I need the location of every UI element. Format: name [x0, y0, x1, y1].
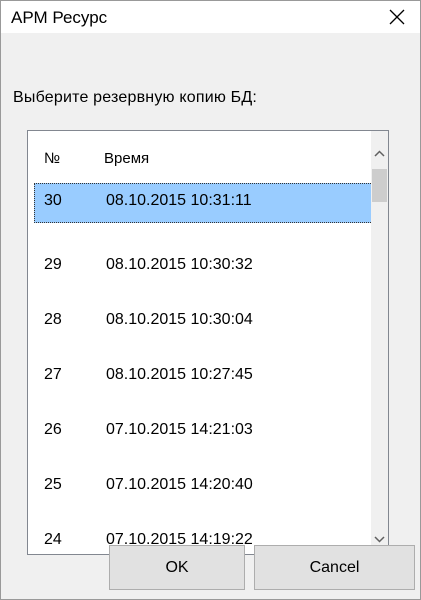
title-bar: АРМ Ресурс: [1, 1, 420, 33]
row-time: 08.10.2015 10:31:11: [106, 192, 252, 209]
row-time: 08.10.2015 10:30:04: [106, 311, 253, 328]
close-button[interactable]: [374, 1, 420, 33]
row-number: 28: [44, 311, 62, 328]
cancel-button[interactable]: Cancel: [254, 545, 415, 590]
backup-listbox[interactable]: № Время 30 08.10.2015 10:31:11 29 08.10.…: [27, 130, 389, 555]
row-number: 30: [44, 192, 62, 209]
list-item[interactable]: 27 08.10.2015 10:27:45: [28, 346, 378, 401]
list-item[interactable]: 30 08.10.2015 10:31:11: [28, 181, 378, 236]
list-header: № Время: [28, 131, 368, 181]
chevron-down-icon: [374, 536, 385, 543]
row-time: 08.10.2015 10:30:32: [106, 256, 253, 273]
row-number: 26: [44, 421, 62, 438]
column-header-number: №: [44, 150, 61, 167]
row-number: 24: [44, 531, 62, 548]
row-number: 29: [44, 256, 62, 273]
row-number: 25: [44, 476, 62, 493]
list-item[interactable]: 29 08.10.2015 10:30:32: [28, 236, 378, 291]
list-item[interactable]: 26 07.10.2015 14:21:03: [28, 401, 378, 456]
row-time: 07.10.2015 14:21:03: [106, 421, 253, 438]
vertical-scrollbar[interactable]: [371, 131, 388, 554]
list-item[interactable]: 25 07.10.2015 14:20:40: [28, 456, 378, 511]
scroll-thumb[interactable]: [372, 169, 387, 202]
list-item[interactable]: 28 08.10.2015 10:30:04: [28, 291, 378, 346]
ok-button[interactable]: OK: [109, 545, 245, 590]
dialog-window: АРМ Ресурс Выберите резервную копию БД: …: [0, 0, 421, 600]
list-rows: 30 08.10.2015 10:31:11 29 08.10.2015 10:…: [28, 181, 378, 554]
prompt-label: Выберите резервную копию БД:: [13, 89, 258, 106]
row-time: 07.10.2015 14:20:40: [106, 476, 253, 493]
row-time: 08.10.2015 10:27:45: [106, 366, 253, 383]
scroll-up-button[interactable]: [371, 145, 388, 162]
close-icon: [389, 9, 405, 25]
chevron-up-icon: [374, 150, 385, 157]
column-header-time: Время: [104, 150, 150, 167]
row-number: 27: [44, 366, 62, 383]
window-title: АРМ Ресурс: [11, 8, 108, 27]
